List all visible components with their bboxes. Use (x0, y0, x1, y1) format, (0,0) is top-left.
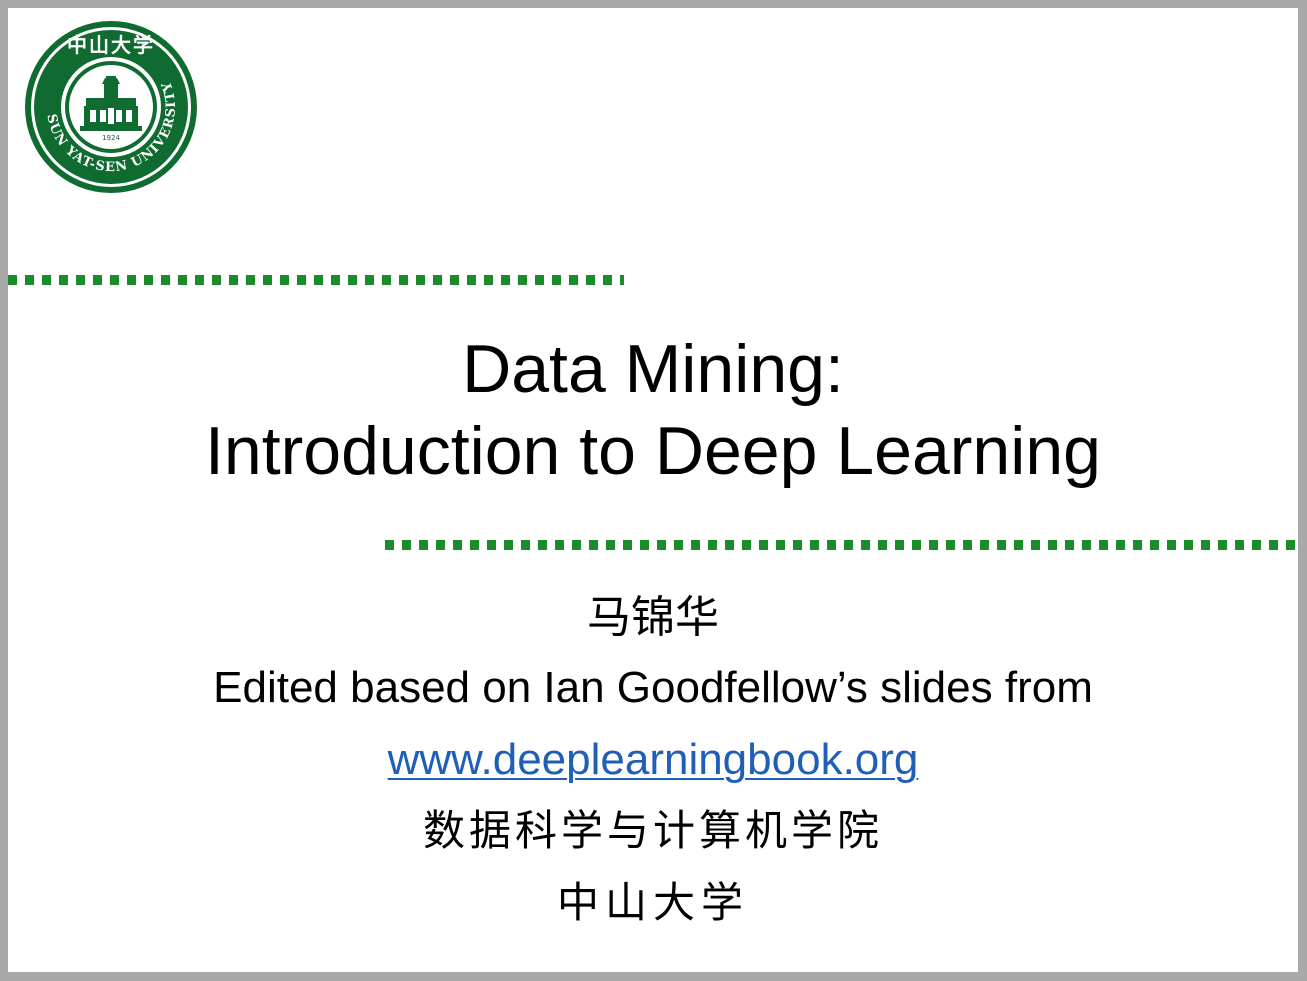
deeplearningbook-link[interactable]: www.deeplearningbook.org (388, 735, 919, 784)
logo-year: 1924 (102, 134, 120, 142)
school-name: 数据科学与计算机学院 (422, 806, 883, 855)
decorative-dotted-line-bottom (385, 540, 1298, 550)
slide-title: Data Mining: Introduction to Deep Learni… (8, 328, 1298, 492)
attribution-text: Edited based on Ian Goodfellow’s slides … (213, 663, 1093, 712)
title-line-1: Data Mining: (462, 331, 844, 407)
university-name: 中山大学 (556, 878, 749, 927)
slide: 1924 中山大学 SUN YAT-SEN UNIVERSITY Data Mi… (8, 8, 1298, 972)
decorative-dotted-line-top (8, 275, 624, 285)
reference-link-container: www.deeplearningbook.org (8, 732, 1298, 788)
university-logo: 1924 中山大学 SUN YAT-SEN UNIVERSITY (25, 21, 197, 193)
logo-chinese-name: 中山大学 (67, 33, 155, 57)
title-line-2: Introduction to Deep Learning (205, 413, 1101, 489)
author-name: 马锦华 (587, 592, 719, 643)
